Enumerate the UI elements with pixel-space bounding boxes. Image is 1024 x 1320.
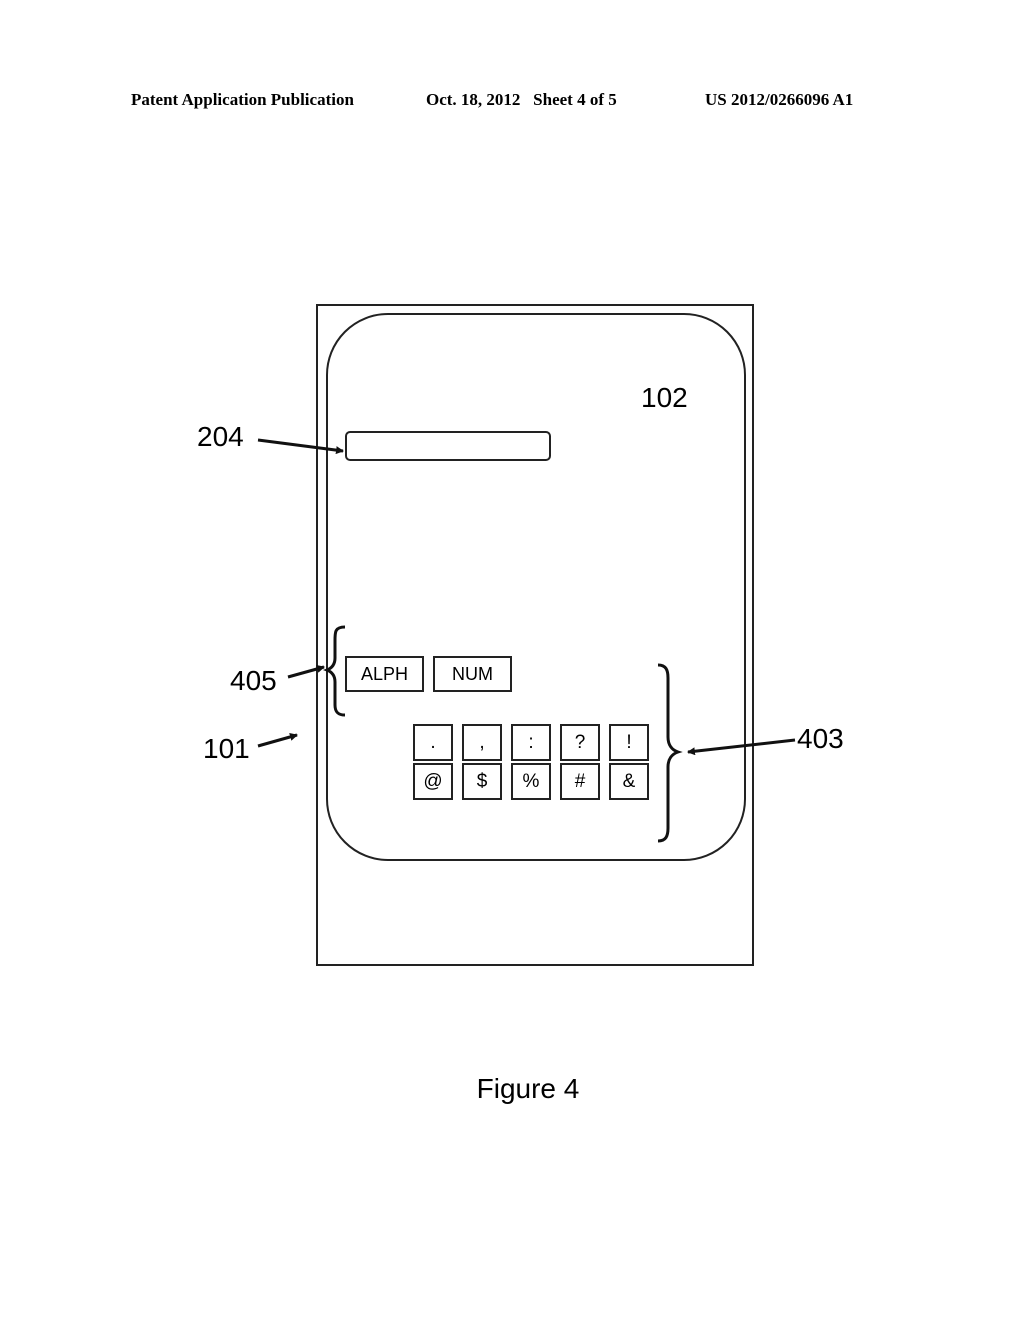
header-publication: Patent Application Publication: [131, 90, 354, 109]
label-102: 102: [641, 382, 688, 413]
label-204: 204: [197, 421, 244, 452]
arrow-101: [257, 733, 298, 748]
key-hash: #: [560, 763, 600, 800]
key-colon: :: [511, 724, 551, 761]
alph-button: ALPH: [345, 656, 424, 692]
key-percent: %: [511, 763, 551, 800]
label-403: 403: [797, 723, 844, 754]
key-exclamation: !: [609, 724, 649, 761]
header-date-sheet: Oct. 18, 2012 Sheet 4 of 5: [426, 90, 617, 109]
key-ampersand: &: [609, 763, 649, 800]
key-question: ?: [560, 724, 600, 761]
label-101: 101: [203, 733, 250, 764]
label-405: 405: [230, 665, 277, 696]
num-button: NUM: [433, 656, 512, 692]
key-at: @: [413, 763, 453, 800]
figure-caption: Figure 4: [476, 1073, 580, 1104]
key-period: .: [413, 724, 453, 761]
header-patent-number: US 2012/0266096 A1: [705, 90, 854, 109]
key-dollar: $: [462, 763, 502, 800]
key-comma: ,: [462, 724, 502, 761]
text-entry-field: [345, 431, 551, 461]
